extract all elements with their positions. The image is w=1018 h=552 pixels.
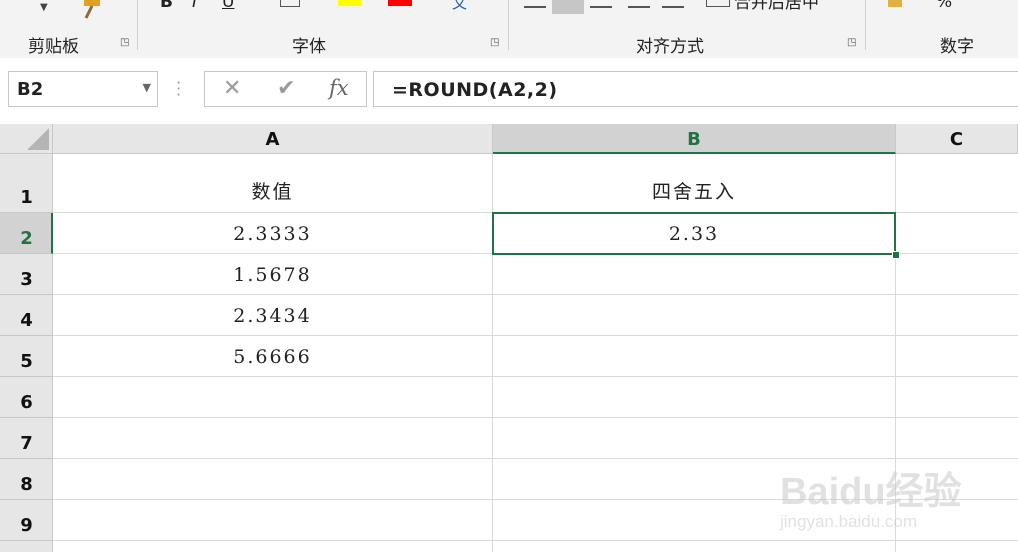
paste-dropdown-icon[interactable]: ▼ (40, 2, 48, 13)
baidu-watermark: Baidu经验 jingyan.baidu.com (780, 440, 1010, 550)
row-header-6[interactable]: 6 (0, 377, 53, 418)
clipboard-launcher-icon[interactable]: ◳ (120, 38, 130, 48)
percent-style-button[interactable]: % (936, 0, 952, 12)
currency-format-icon[interactable] (888, 0, 902, 7)
cell-text: 2.33 (668, 223, 720, 245)
underline-button[interactable]: U (222, 0, 234, 12)
cell-c1[interactable] (896, 154, 1018, 213)
row-header-5[interactable]: 5 (0, 336, 53, 377)
row-header-4[interactable]: 4 (0, 295, 53, 336)
group-label-number: 数字 (940, 37, 974, 57)
row-number: 4 (20, 310, 33, 331)
cell-text: 5.6666 (233, 346, 312, 368)
row-number: 6 (20, 392, 33, 413)
font-color-icon[interactable] (388, 0, 412, 6)
row-header-3[interactable]: 3 (0, 254, 53, 295)
merge-center-button[interactable]: 合并后居中 (734, 0, 819, 13)
cell-c2[interactable] (896, 213, 1018, 254)
enter-icon[interactable]: ✔ (277, 76, 295, 101)
format-painter-icon[interactable] (78, 0, 106, 20)
cell-a9[interactable] (53, 500, 493, 541)
cell-a6[interactable] (53, 377, 493, 418)
align-left-icon[interactable] (524, 0, 546, 8)
ribbon-separator (137, 0, 138, 50)
cell-a8[interactable] (53, 459, 493, 500)
increase-indent-icon[interactable] (662, 0, 684, 8)
row-header-1[interactable]: 1 (0, 154, 53, 213)
row-number: 5 (20, 351, 33, 372)
row-header-8[interactable]: 8 (0, 459, 53, 500)
cell-text: 2.3434 (233, 305, 312, 327)
cancel-icon[interactable]: ✕ (223, 76, 241, 101)
cell-b4[interactable] (493, 295, 896, 336)
row-number: 2 (20, 228, 33, 249)
row-number: 1 (20, 187, 33, 208)
insert-function-icon[interactable]: fx (329, 76, 349, 100)
cell-a3[interactable]: 1.5678 (53, 254, 493, 295)
ribbon-separator (508, 0, 509, 50)
cell-text: 数值 (251, 181, 294, 203)
formula-bar-grip-icon[interactable]: · · · (176, 75, 181, 103)
row-number: 3 (20, 269, 33, 290)
cell-b5[interactable] (493, 336, 896, 377)
name-box[interactable]: B2 ▼ (8, 71, 158, 107)
fill-color-icon[interactable] (338, 0, 362, 6)
phonetic-icon[interactable]: 文 (452, 0, 467, 13)
cell-text: 1.5678 (233, 264, 312, 286)
name-box-value: B2 (17, 79, 44, 100)
formula-text: =ROUND(A2,2) (392, 79, 558, 101)
formula-bar: B2 ▼ · · · ✕ ✔ fx =ROUND(A2,2) (0, 58, 1018, 124)
select-all-button[interactable] (0, 124, 53, 154)
cell-c4[interactable] (896, 295, 1018, 336)
cell-a4[interactable]: 2.3434 (53, 295, 493, 336)
cell-text: 四舍五入 (651, 181, 736, 203)
column-header-c[interactable]: C (896, 124, 1018, 154)
ribbon: ▼ 剪贴板 ◳ B I U 文 字体 ◳ 合并后居中 对齐方式 ◳ % 数字 (0, 0, 1018, 59)
row-header-9[interactable]: 9 (0, 500, 53, 541)
cell-c5[interactable] (896, 336, 1018, 377)
watermark-logo-text: Baidu经验 (780, 471, 962, 513)
align-center-icon[interactable] (552, 0, 584, 14)
row-number: 7 (20, 433, 33, 454)
row-header-10[interactable] (0, 541, 53, 552)
cell-a10[interactable] (53, 541, 493, 552)
cell-a7[interactable] (53, 418, 493, 459)
font-launcher-icon[interactable]: ◳ (490, 38, 500, 48)
chevron-down-icon[interactable]: ▼ (143, 81, 151, 94)
cell-c3[interactable] (896, 254, 1018, 295)
group-label-font: 字体 (292, 37, 326, 57)
border-icon[interactable] (280, 0, 300, 7)
cell-text: 2.3333 (233, 223, 312, 245)
merge-center-icon[interactable] (706, 0, 730, 7)
watermark-url: jingyan.baidu.com (780, 512, 918, 531)
row-header-2[interactable]: 2 (0, 213, 53, 254)
bold-button[interactable]: B (160, 0, 173, 12)
cell-b1[interactable]: 四舍五入 (493, 154, 896, 213)
row-number: 9 (20, 515, 33, 536)
cell-a1[interactable]: 数值 (53, 154, 493, 213)
column-header-a[interactable]: A (53, 124, 493, 154)
column-header-b[interactable]: B (493, 124, 896, 154)
cell-c6[interactable] (896, 377, 1018, 418)
group-label-clipboard: 剪贴板 (28, 37, 79, 57)
fill-handle[interactable] (892, 251, 900, 259)
formula-input[interactable]: =ROUND(A2,2) (373, 71, 1018, 107)
ribbon-separator (865, 0, 866, 50)
cell-a2[interactable]: 2.3333 (53, 213, 493, 254)
italic-button[interactable]: I (192, 0, 197, 12)
cell-b6[interactable] (493, 377, 896, 418)
cell-b2[interactable]: 2.33 (493, 213, 896, 254)
cell-b3[interactable] (493, 254, 896, 295)
formula-bar-buttons: ✕ ✔ fx (204, 71, 367, 107)
row-header-7[interactable]: 7 (0, 418, 53, 459)
group-label-alignment: 对齐方式 (636, 37, 704, 57)
row-number: 8 (20, 474, 33, 495)
cell-a5[interactable]: 5.6666 (53, 336, 493, 377)
align-right-icon[interactable] (590, 0, 612, 8)
decrease-indent-icon[interactable] (628, 0, 650, 8)
alignment-launcher-icon[interactable]: ◳ (847, 38, 857, 48)
